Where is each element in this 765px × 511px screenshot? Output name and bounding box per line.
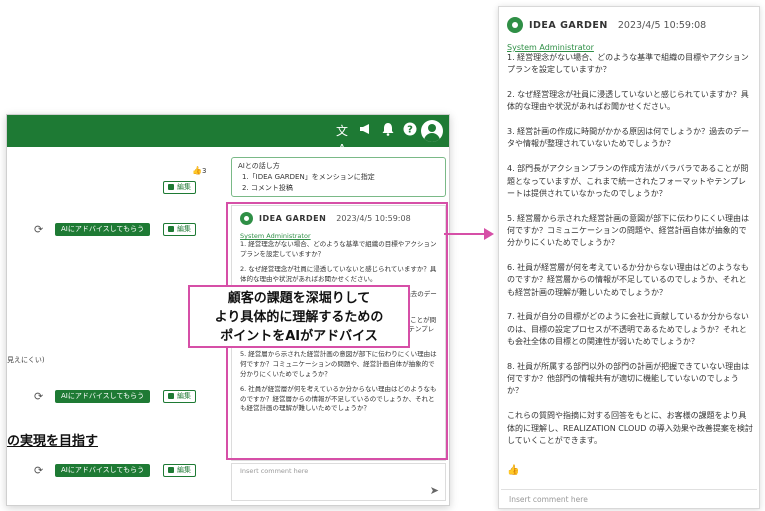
help-icon[interactable]: ? xyxy=(401,122,419,140)
ai-advice-button[interactable]: AIにアドバイスしてもらう xyxy=(55,390,151,403)
refresh-icon[interactable]: ⟳ xyxy=(34,464,43,477)
megaphone-icon-svg xyxy=(360,124,369,134)
idea-garden-logo-icon xyxy=(240,211,253,225)
idea-garden-logo-icon xyxy=(507,17,523,33)
comment-input-placeholder: Insert comment here xyxy=(509,495,588,504)
bell-icon-svg xyxy=(382,123,394,136)
comment-paragraph: 1. 経営理念がない場合、どのような基準で組織の目標やアクションプランを設定して… xyxy=(240,240,437,258)
comment-date: 2023/4/5 10:59:08 xyxy=(617,19,707,31)
ai-tips-item: 1.「IDEA GARDEN」をメンションに指定 xyxy=(242,173,375,181)
comment-paragraph: 8. 社員が所属する部門以外の部門の計画が把握できていない理由は何ですか？他部門… xyxy=(507,361,750,396)
edit-icon xyxy=(168,226,174,232)
comment-paragraph: これらの質問や指摘に対する回答をもとに、お客様の課題をより具体的に理解し、REA… xyxy=(507,411,753,445)
edit-button[interactable]: 編集 xyxy=(163,390,196,403)
ai-advice-button[interactable]: AIにアドバイスしてもらう xyxy=(55,223,151,236)
ai-comment-card-enlarged: IDEA GARDEN 2023/4/5 10:59:08 System Adm… xyxy=(507,15,753,460)
comment-paragraph: 5. 経営層から示された経営計画の意図が部下に伝わりにくい理由は何ですか？コミュ… xyxy=(507,213,750,248)
goal-heading: の実現を目指す xyxy=(7,434,99,449)
callout-line: ポイントをAIがアドバイス xyxy=(220,329,378,344)
help-icon-svg: ? xyxy=(403,122,417,136)
comment-paragraph: 6. 社員が経営層が何を考えているか分からない理由はどのようなものですか？経営層… xyxy=(507,263,749,297)
svg-text:?: ? xyxy=(407,125,413,136)
callout-line: 顧客の課題を深堀りして xyxy=(227,291,371,306)
refresh-icon[interactable]: ⟳ xyxy=(34,390,43,403)
comment-paragraph: 5. 経営層から示された経営計画の意図が部下に伝わりにくい理由は何ですか？コミュ… xyxy=(240,350,437,378)
comment-author: IDEA GARDEN xyxy=(529,19,608,31)
ai-tips-item: 2. コメント投稿 xyxy=(242,184,293,192)
arrow-head-icon xyxy=(484,228,494,240)
comment-paragraph: 2. なぜ経営理念が社員に浸透していないと感じられていますか？具体的な理由や状況… xyxy=(240,265,437,283)
like-count[interactable]: 👍3 xyxy=(192,166,206,175)
ai-tips-title: AIとの話し方 xyxy=(238,162,280,170)
comment-paragraph: 6. 社員が経営層が何を考えているか分からない理由はどのようなものですか？経営層… xyxy=(240,385,437,413)
comment-paragraph: 2. なぜ経営理念が社員に浸透していないと感じられていますか？具体的な理由や状況… xyxy=(507,90,749,112)
comment-paragraph: 7. 社員が自分の目標がどのように会社に貢献しているか分からないのは、目標の設定… xyxy=(507,312,749,347)
edit-button[interactable]: 編集 xyxy=(163,464,196,477)
account-icon[interactable] xyxy=(421,120,443,142)
edit-icon xyxy=(168,467,174,473)
ai-advice-button[interactable]: AIにアドバイスしてもらう xyxy=(55,464,151,477)
enlarged-comment-panel: IDEA GARDEN 2023/4/5 10:59:08 System Adm… xyxy=(498,6,760,509)
mention-link[interactable]: System Administrator xyxy=(240,232,437,240)
translate-icon[interactable]: 文A xyxy=(333,122,351,156)
megaphone-icon[interactable] xyxy=(357,122,375,140)
callout-line: より具体的に理解するための xyxy=(214,310,384,325)
ai-tips-box: AIとの話し方 1.「IDEA GARDEN」をメンションに指定 2. コメント… xyxy=(231,157,446,197)
side-note-text: 見えにくい) xyxy=(7,356,45,364)
comment-paragraph: 4. 部門長がアクションプランの作成方法がバラバラであることが問題となっています… xyxy=(507,164,749,198)
comment-input[interactable]: Insert comment here xyxy=(501,489,757,507)
edit-button[interactable]: 編集 xyxy=(163,181,196,194)
comment-date: 2023/4/5 10:59:08 xyxy=(336,213,411,223)
like-count-value: 3 xyxy=(201,167,207,175)
refresh-icon[interactable]: ⟳ xyxy=(34,223,43,236)
edit-icon xyxy=(168,184,174,190)
comment-input-placeholder: Insert comment here xyxy=(240,467,309,475)
edit-button[interactable]: 編集 xyxy=(163,223,196,236)
comment-paragraph: 3. 経営計画の作成に時間がかかる原因は何でしょうか？過去のデータや情報が整理さ… xyxy=(507,127,750,149)
thumbs-up-icon: 👍 xyxy=(192,166,202,175)
arrow-line xyxy=(444,233,486,235)
comment-input[interactable]: Insert comment here ➤ xyxy=(231,463,446,501)
mention-link[interactable]: System Administrator xyxy=(507,43,753,52)
top-app-bar: 文A ? xyxy=(7,115,449,156)
comment-author: IDEA GARDEN xyxy=(259,213,327,223)
comment-header: IDEA GARDEN 2023/4/5 10:59:08 xyxy=(240,210,437,226)
bell-icon[interactable] xyxy=(379,122,397,140)
edit-icon xyxy=(168,393,174,399)
send-icon[interactable]: ➤ xyxy=(430,484,439,497)
comment-header: IDEA GARDEN 2023/4/5 10:59:08 xyxy=(507,15,753,35)
comment-paragraph: 1. 経営理念がない場合、どのような基準で組織の目標やアクションプランを設定して… xyxy=(507,53,749,75)
thumbs-up-icon[interactable]: 👍 xyxy=(507,465,519,476)
callout-box: 顧客の課題を深堀りして より具体的に理解するための ポイントをAIがアドバイス xyxy=(188,285,410,348)
comment-body: 1. 経営理念がない場合、どのような基準で組織の目標やアクションプランを設定して… xyxy=(507,52,753,447)
